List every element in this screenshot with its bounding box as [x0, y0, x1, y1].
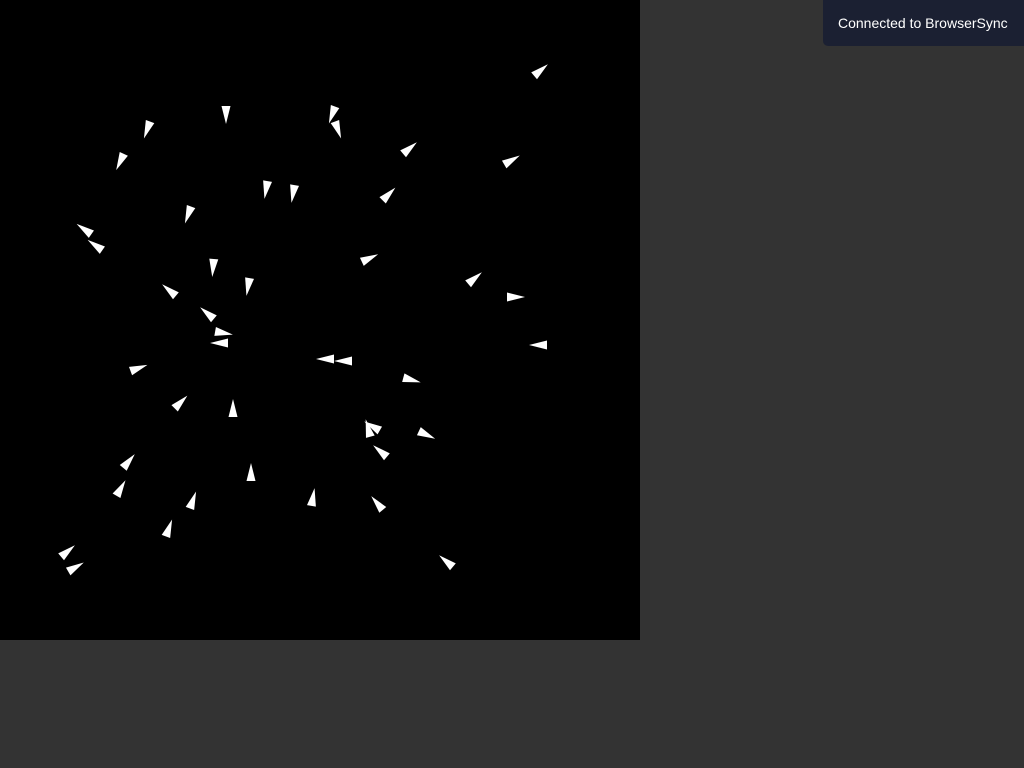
boid-triangle [112, 480, 126, 499]
boid-triangle [58, 545, 75, 561]
boid-triangle [119, 454, 135, 471]
boid-triangle [531, 64, 548, 80]
boid-triangle [221, 106, 231, 124]
boid-triangle [529, 340, 547, 350]
boid-triangle [184, 205, 196, 224]
boid-triangle [334, 356, 352, 366]
boid-triangle [143, 120, 155, 139]
boid-triangle [87, 239, 105, 254]
boid-triangle [402, 373, 421, 383]
boid-triangle [373, 445, 390, 461]
boid-triangle [162, 284, 179, 300]
boid-triangle [214, 327, 233, 336]
boid-triangle [263, 180, 272, 199]
boid-triangle [185, 491, 197, 510]
boid-triangle [359, 254, 379, 266]
boid-triangle [209, 258, 219, 277]
boid-triangle [210, 338, 228, 348]
boid-triangle [330, 120, 342, 139]
boids-canvas [0, 0, 640, 640]
boid-triangle [400, 142, 417, 158]
boid-triangle [507, 292, 525, 302]
boid-triangle [171, 395, 188, 412]
boid-triangle [65, 562, 84, 576]
boid-triangle [228, 399, 238, 417]
boid-triangle [379, 187, 396, 204]
boid-triangle [76, 223, 94, 238]
boid-triangle [129, 364, 148, 376]
boid-triangle [465, 272, 482, 288]
boid-triangle [290, 184, 299, 203]
boid-triangle [316, 354, 334, 364]
boid-triangle [371, 496, 387, 513]
boid-triangle [200, 307, 217, 323]
boid-triangle [501, 155, 520, 169]
boid-triangle [246, 463, 256, 481]
boid-triangle [439, 555, 456, 571]
browsersync-notification: Connected to BrowserSync [823, 0, 1024, 46]
boid-triangle [245, 277, 254, 296]
boid-triangle [116, 151, 128, 171]
boid-triangle [307, 488, 316, 507]
boid-triangle [161, 519, 173, 538]
boid-triangle [416, 427, 436, 439]
